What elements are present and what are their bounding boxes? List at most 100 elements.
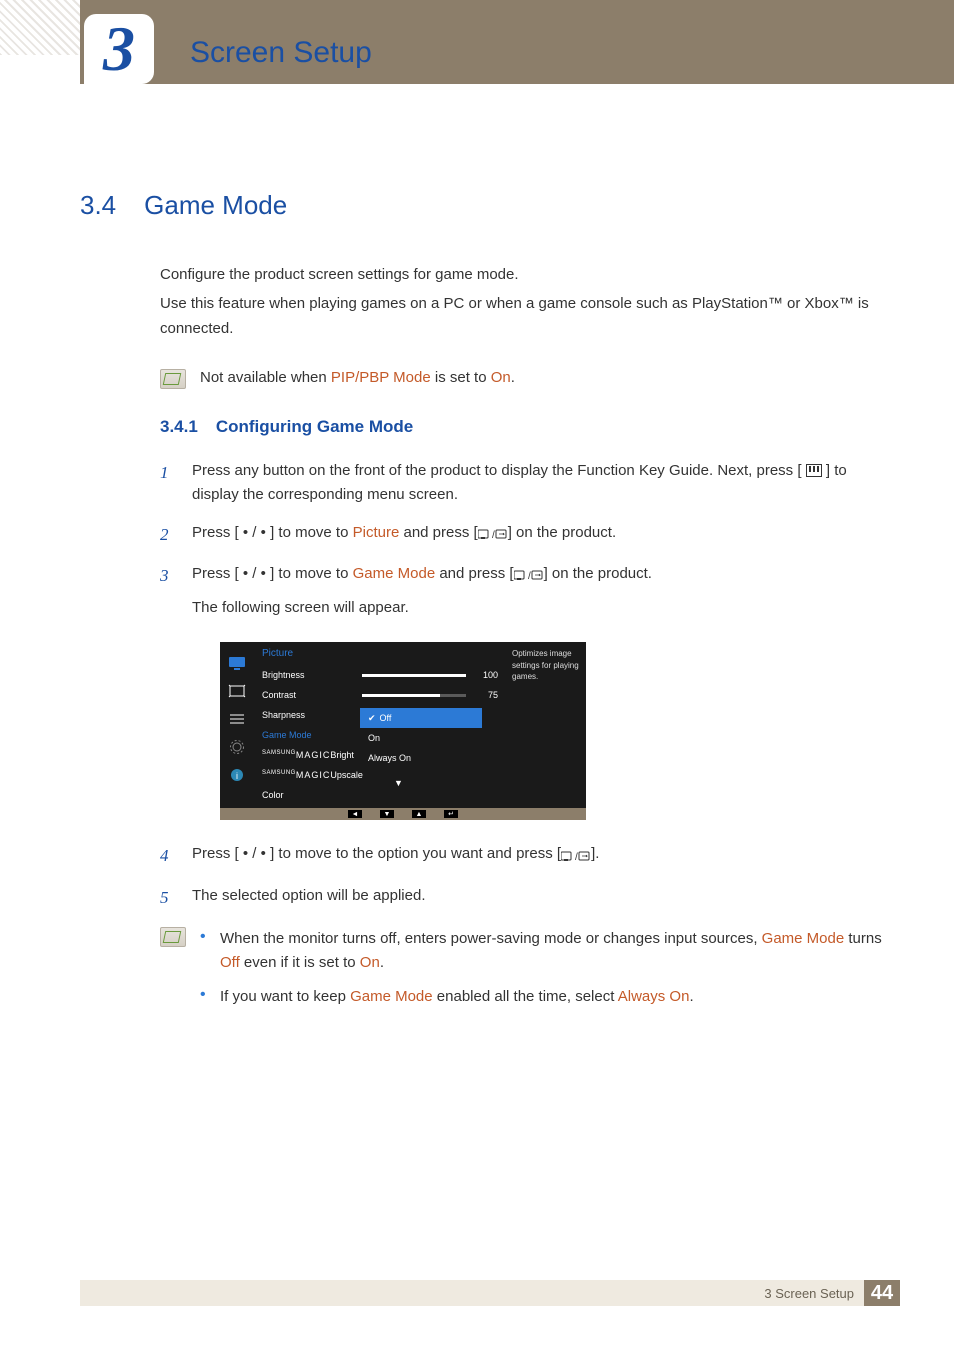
term-on-2: On <box>360 954 380 971</box>
enter-icons-3: / <box>561 843 591 867</box>
osd-gear-icon <box>228 740 246 754</box>
s3-pre: Press [ <box>192 565 243 582</box>
osd-screenshot: i Picture Brightness 100 Contrast <box>220 642 894 820</box>
enter-icons: / <box>478 521 508 545</box>
step-num-5: 5 <box>160 884 174 911</box>
s2-slash: / <box>248 524 261 541</box>
osd-down-icon: ▼ <box>380 810 394 818</box>
subsection-title: Configuring Game Mode <box>216 417 413 437</box>
osd-panel: i Picture Brightness 100 Contrast <box>220 642 586 820</box>
osd-contrast-row: Contrast 75 <box>254 685 506 705</box>
bottom-notes: • When the monitor turns off, enters pow… <box>160 927 894 1019</box>
note-post: . <box>511 369 515 386</box>
term-picture: Picture <box>353 524 400 541</box>
osd-bottom-bar: ◄ ▼ ▲ ↵ <box>220 808 586 820</box>
step-5: 5 The selected option will be applied. <box>160 884 894 911</box>
step-3: 3 Press [ • / • ] to move to Game Mode a… <box>160 562 894 620</box>
note-bullet-2: • If you want to keep Game Mode enabled … <box>200 985 894 1009</box>
s4-mid: ] to move to the option you want and pre… <box>266 845 561 862</box>
step-num-4: 4 <box>160 842 174 869</box>
osd-enter-icon: ↵ <box>444 810 458 818</box>
enter-icons-2: / <box>514 562 544 586</box>
svg-text:/: / <box>575 852 578 862</box>
note-icon <box>160 369 186 389</box>
s4-pre: Press [ <box>192 845 243 862</box>
term-gamemode: Game Mode <box>353 565 436 582</box>
s3-slash: / <box>248 565 261 582</box>
s3-post: ] on the product. <box>544 565 652 582</box>
footer-chapter-ref: 3 Screen Setup <box>764 1286 854 1301</box>
osd-list-icon <box>228 712 246 726</box>
intro-para-2: Use this feature when playing games on a… <box>160 292 894 342</box>
s2-mid2: and press [ <box>399 524 477 541</box>
step-4: 4 Press [ • / • ] to move to the option … <box>160 842 894 869</box>
note-pre: Not available when <box>200 369 331 386</box>
chapter-badge: 3 <box>84 14 154 84</box>
top-note-text: Not available when PIP/PBP Mode is set t… <box>200 369 515 386</box>
osd-option-always: Always On <box>360 748 482 768</box>
header-bar: 3 Screen Setup <box>0 0 954 84</box>
note1-text: When the monitor turns off, enters power… <box>220 927 894 975</box>
osd-sidebar: i <box>220 642 254 808</box>
menu-icon <box>806 464 822 477</box>
s3-mid2: and press [ <box>435 565 513 582</box>
osd-screen-icon <box>228 684 246 698</box>
note-bullet-1: • When the monitor turns off, enters pow… <box>200 927 894 975</box>
osd-color-label: Color <box>262 790 284 800</box>
osd-up-icon: ▲ <box>412 810 426 818</box>
svg-text:/: / <box>528 571 531 581</box>
osd-contrast-slider <box>362 694 466 697</box>
bottom-notes-body: • When the monitor turns off, enters pow… <box>200 927 894 1019</box>
s4-slash: / <box>248 845 261 862</box>
osd-magicupscale-row: SAMSUNGMAGICUpscale <box>254 765 506 785</box>
term-off: Off <box>220 954 240 971</box>
subsection-number: 3.4.1 <box>160 417 198 437</box>
section-number: 3.4 <box>80 190 116 221</box>
term-alwayson: Always On <box>618 988 690 1005</box>
term-gamemode-2: Game Mode <box>762 930 845 947</box>
osd-description: Optimizes image settings for playing gam… <box>506 642 586 808</box>
section-heading: 3.4 Game Mode <box>80 190 894 221</box>
osd-sharpness-label: Sharpness <box>262 710 305 720</box>
note-term-pip: PIP/PBP Mode <box>331 369 431 386</box>
step-1: 1 Press any button on the front of the p… <box>160 459 894 507</box>
step-body-3: Press [ • / • ] to move to Game Mode and… <box>192 562 894 620</box>
step-2: 2 Press [ • / • ] to move to Picture and… <box>160 521 894 548</box>
step-num-2: 2 <box>160 521 174 548</box>
content-area: 3.4 Game Mode Configure the product scre… <box>80 190 894 1047</box>
term-gamemode-3: Game Mode <box>350 988 433 1005</box>
page-number: 44 <box>864 1280 900 1306</box>
page: 3 Screen Setup 3.4 Game Mode Configure t… <box>0 0 954 1350</box>
note-icon-2 <box>160 927 186 947</box>
osd-brightness-label: Brightness <box>262 670 305 680</box>
osd-monitor-icon <box>228 656 246 670</box>
svg-text:/: / <box>492 530 495 540</box>
osd-submenu: ✔Off On Always On <box>360 708 482 768</box>
osd-magicbright-label: SAMSUNGMAGICBright <box>262 750 354 760</box>
step-num-3: 3 <box>160 562 174 620</box>
s2-mid: ] to move to <box>266 524 353 541</box>
osd-brightness-row: Brightness 100 <box>254 665 506 685</box>
osd-more-chevron: ▼ <box>394 778 403 788</box>
note-term-on: On <box>491 369 511 386</box>
osd-contrast-value: 75 <box>478 690 498 700</box>
s3-tail: The following screen will appear. <box>192 596 894 620</box>
note2-text: If you want to keep Game Mode enabled al… <box>220 985 694 1009</box>
chapter-title: Screen Setup <box>190 36 372 70</box>
osd-brightness-value: 100 <box>478 670 498 680</box>
steps-list-2: 4 Press [ • / • ] to move to the option … <box>160 842 894 910</box>
footer-bar: 3 Screen Setup 44 <box>80 1280 900 1306</box>
subsection-heading: 3.4.1 Configuring Game Mode <box>160 417 894 437</box>
s2-pre: Press [ <box>192 524 243 541</box>
osd-magicupscale-label: SAMSUNGMAGICUpscale <box>262 770 363 780</box>
s3-mid: ] to move to <box>266 565 353 582</box>
osd-contrast-label: Contrast <box>262 690 296 700</box>
step-body-2: Press [ • / • ] to move to Picture and p… <box>192 521 894 548</box>
osd-option-on: On <box>360 728 482 748</box>
step-num-1: 1 <box>160 459 174 507</box>
step-body-1: Press any button on the front of the pro… <box>192 459 894 507</box>
step1-pre: Press any button on the front of the pro… <box>192 462 802 479</box>
osd-gamemode-label: Game Mode <box>262 730 312 740</box>
osd-color-row: Color <box>254 785 506 805</box>
osd-left-icon: ◄ <box>348 810 362 818</box>
